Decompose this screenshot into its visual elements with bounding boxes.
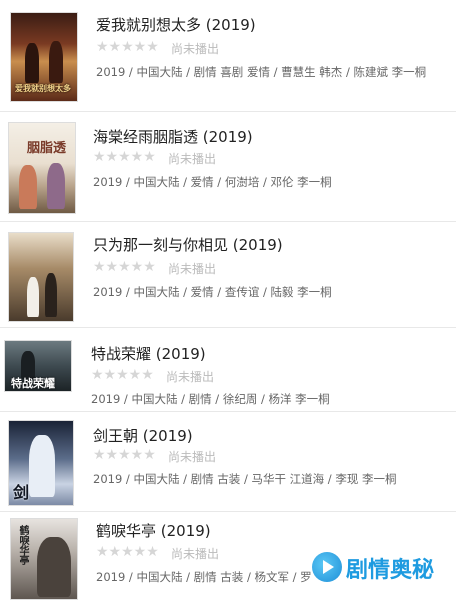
poster-image[interactable]: 剑 <box>8 420 74 506</box>
item-title[interactable]: 海棠经雨胭脂透 (2019) <box>93 126 253 147</box>
item-meta: 2019 / 中国大陆 / 剧情 喜剧 爱情 / 曹慧生 韩杰 / 陈建斌 李一… <box>96 65 427 79</box>
rating-status: 尚未播出 <box>168 450 217 464</box>
poster-title-text: 特战荣耀 <box>11 377 55 390</box>
watermark-text: 剧情奥秘 <box>346 558 435 583</box>
watermark: 剧情奥秘 <box>312 548 450 588</box>
rating-status: 尚未播出 <box>171 42 220 56</box>
rating-stars: ★★★★★ <box>93 447 156 463</box>
play-logo-icon <box>312 552 342 582</box>
rating-status: 尚未播出 <box>168 262 217 276</box>
rating-status: 尚未播出 <box>168 152 217 166</box>
poster-title-text: 剑 <box>13 483 30 502</box>
poster-image[interactable]: 特战荣耀 <box>4 340 72 392</box>
list-item[interactable]: 爱我就别想太多 爱我就别想太多 (2019) ★★★★★ 尚未播出 2019 /… <box>0 0 456 112</box>
item-meta: 2019 / 中国大陆 / 爱情 / 何澍培 / 邓伦 李一桐 <box>93 175 332 189</box>
rating-status: 尚未播出 <box>166 370 215 384</box>
item-title[interactable]: 爱我就别想太多 (2019) <box>96 14 256 35</box>
item-title[interactable]: 鹤唳华亭 (2019) <box>96 520 211 541</box>
list-item[interactable]: 特战荣耀 特战荣耀 (2019) ★★★★★ 尚未播出 2019 / 中国大陆 … <box>0 328 456 412</box>
poster-image[interactable]: 鹤唳华亭 <box>10 518 78 600</box>
rating-stars: ★★★★★ <box>96 39 159 55</box>
poster-title-text: 鹤唳华亭 <box>17 525 28 565</box>
list-item[interactable]: 只为那一刻与你相见 (2019) ★★★★★ 尚未播出 2019 / 中国大陆 … <box>0 222 456 328</box>
rating-stars: ★★★★★ <box>93 259 156 275</box>
rating-stars: ★★★★★ <box>96 544 159 560</box>
rating-status: 尚未播出 <box>171 547 220 561</box>
list-item[interactable]: 剑 剑王朝 (2019) ★★★★★ 尚未播出 2019 / 中国大陆 / 剧情… <box>0 412 456 512</box>
rating-stars: ★★★★★ <box>91 367 154 383</box>
poster-image[interactable]: 胭脂透 <box>8 122 76 214</box>
item-meta: 2019 / 中国大陆 / 爱情 / 查传谊 / 陆毅 李一桐 <box>93 285 332 299</box>
poster-title-text: 胭脂透 <box>27 141 67 156</box>
item-title[interactable]: 只为那一刻与你相见 (2019) <box>93 234 283 255</box>
item-meta: 2019 / 中国大陆 / 剧情 古装 / 杨文军 / 罗 <box>96 570 312 584</box>
item-meta: 2019 / 中国大陆 / 剧情 / 徐纪周 / 杨洋 李一桐 <box>91 392 330 406</box>
poster-image[interactable] <box>8 232 74 322</box>
item-title[interactable]: 特战荣耀 (2019) <box>91 343 206 364</box>
rating-stars: ★★★★★ <box>93 149 156 165</box>
list-item[interactable]: 胭脂透 海棠经雨胭脂透 (2019) ★★★★★ 尚未播出 2019 / 中国大… <box>0 112 456 222</box>
item-title[interactable]: 剑王朝 (2019) <box>93 425 193 446</box>
poster-image[interactable]: 爱我就别想太多 <box>10 12 78 102</box>
poster-title-text: 爱我就别想太多 <box>15 84 71 93</box>
item-meta: 2019 / 中国大陆 / 剧情 古装 / 马华干 江道海 / 李现 李一桐 <box>93 472 397 486</box>
